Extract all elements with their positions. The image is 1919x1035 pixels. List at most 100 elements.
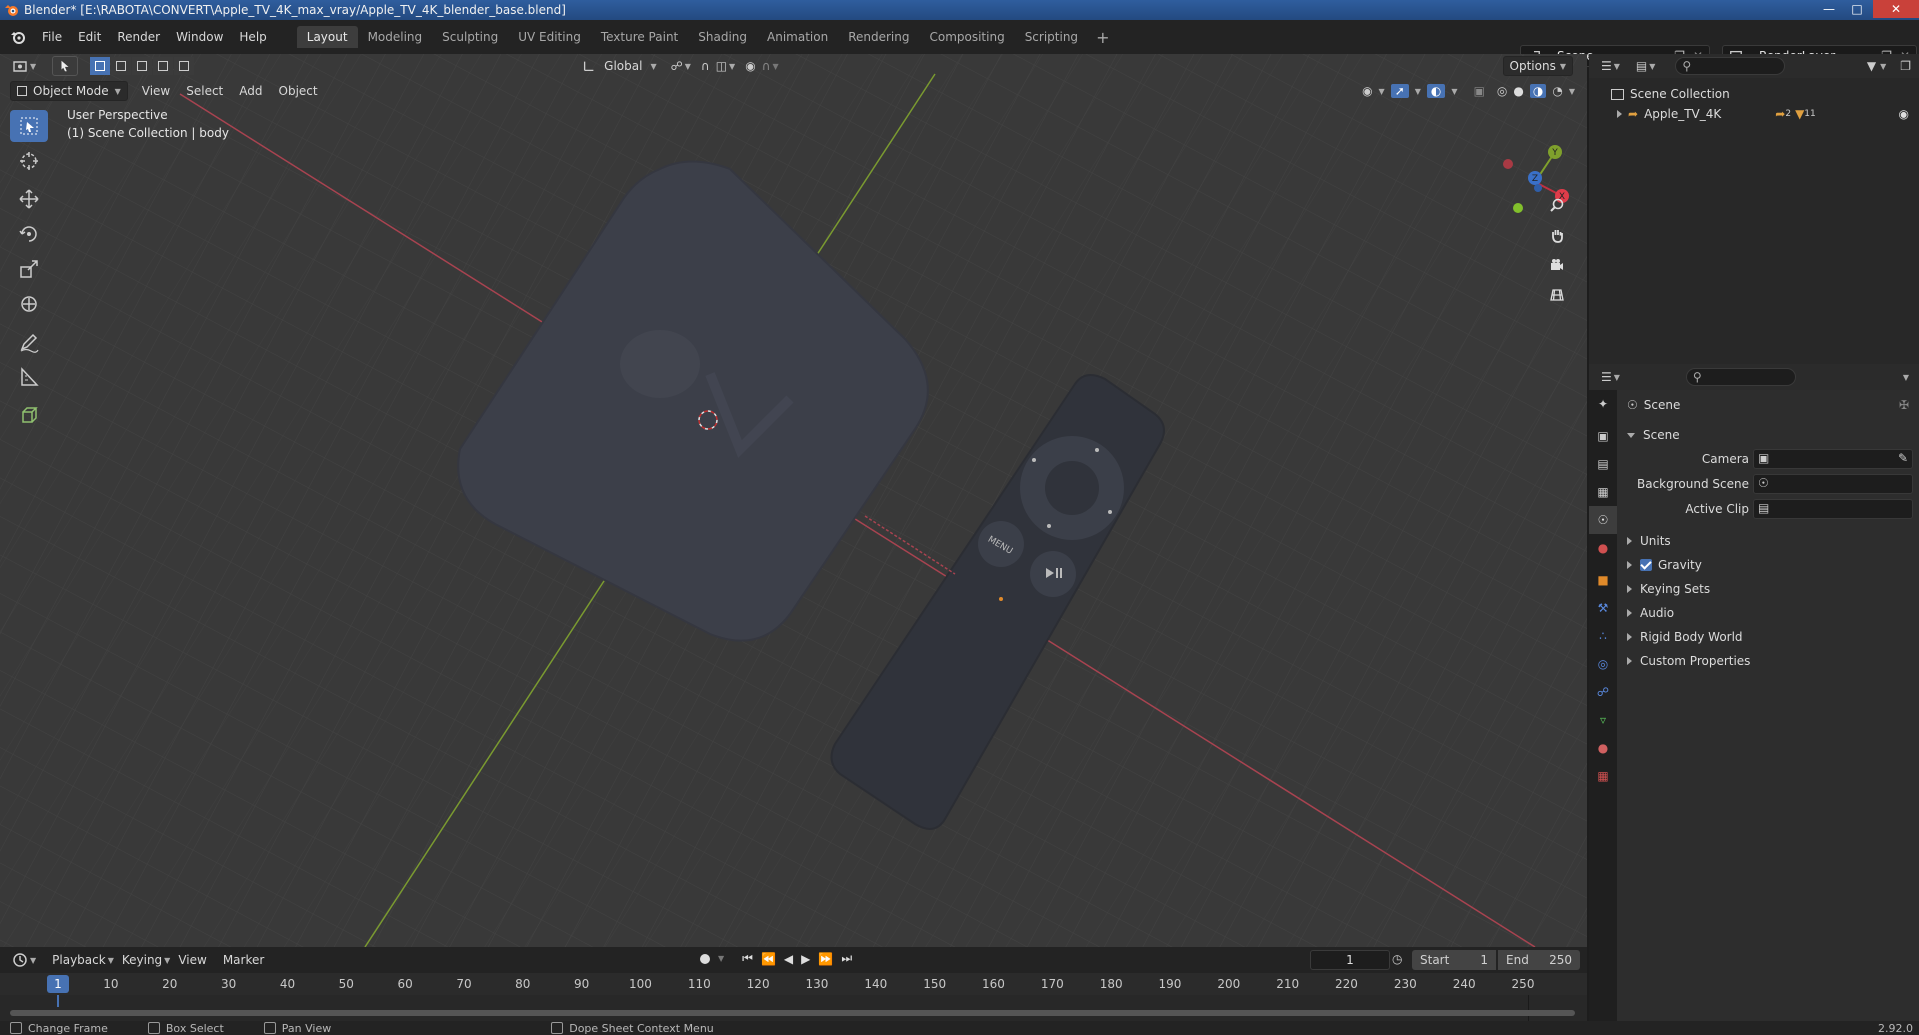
jump-keyframe-back-icon[interactable]: ⏪ — [761, 952, 776, 966]
tab-shading[interactable]: Shading — [688, 26, 757, 48]
outliner-row-object[interactable]: ➦ Apple_TV_4K ➦ 2 ▼ 11 ◉ — [1589, 104, 1919, 124]
tab-material[interactable]: ● — [1589, 734, 1617, 762]
tool-select-box[interactable] — [10, 110, 48, 142]
tab-object[interactable]: ■ — [1589, 566, 1617, 594]
background-scene-field[interactable]: ☉ — [1753, 474, 1913, 494]
perspective-toggle-icon[interactable] — [1544, 282, 1570, 308]
timeline-editor-type-icon[interactable] — [12, 952, 28, 968]
menu-file[interactable]: File — [34, 26, 70, 48]
timeline-scrollbar[interactable] — [10, 1010, 1575, 1016]
tab-modeling[interactable]: Modeling — [358, 26, 433, 48]
menu-edit[interactable]: Edit — [70, 26, 109, 48]
menu-keying[interactable]: Keying — [114, 953, 170, 967]
tab-sculpting[interactable]: Sculpting — [432, 26, 508, 48]
tab-scene[interactable]: ☉ — [1589, 506, 1617, 534]
filter-icon[interactable]: ▼ — [1867, 59, 1876, 73]
record-icon[interactable] — [700, 953, 710, 964]
overlay-toggle-icon[interactable]: ◐ — [1426, 84, 1446, 98]
chevron-down-icon[interactable]: ▼ — [1569, 87, 1575, 96]
tab-particles[interactable]: ∴ — [1589, 622, 1617, 650]
timeline-track[interactable] — [0, 995, 1587, 1021]
menu-select[interactable]: Select — [178, 84, 231, 98]
chevron-down-icon[interactable]: ▼ — [1903, 373, 1909, 382]
camera-field[interactable]: ▣ ✎ — [1753, 449, 1913, 469]
playhead-frame-marker[interactable]: 1 — [47, 975, 69, 993]
menu-add[interactable]: Add — [231, 84, 270, 98]
snap-icon[interactable]: ∩ — [701, 59, 710, 73]
tool-add-cube[interactable] — [10, 399, 48, 431]
panel-units[interactable]: Units — [1617, 530, 1919, 552]
chevron-down-icon[interactable]: ▼ — [718, 954, 724, 963]
menu-window[interactable]: Window — [168, 26, 231, 48]
rendered-shading-icon[interactable]: ◔ — [1552, 84, 1562, 98]
panel-audio[interactable]: Audio — [1617, 602, 1919, 624]
tab-texture-paint[interactable]: Texture Paint — [591, 26, 688, 48]
zoom-icon[interactable] — [1544, 192, 1570, 218]
tool-annotate[interactable] — [10, 326, 48, 358]
select-subtract-icon[interactable] — [132, 57, 153, 75]
orientation-dropdown[interactable]: Global ▼ — [582, 59, 657, 73]
chevron-down-icon[interactable]: ▼ — [1451, 87, 1457, 96]
chevron-down-icon[interactable]: ▼ — [1379, 87, 1385, 96]
material-shading-icon[interactable]: ◑ — [1529, 84, 1547, 98]
panel-custom-properties[interactable]: Custom Properties — [1617, 650, 1919, 672]
snap-target-icon[interactable]: ◫ — [716, 59, 727, 73]
menu-view[interactable]: View — [134, 84, 178, 98]
play-reverse-icon[interactable]: ◀ — [784, 952, 793, 966]
play-icon[interactable]: ▶ — [801, 952, 810, 966]
select-invert-icon[interactable] — [153, 57, 174, 75]
tab-compositing[interactable]: Compositing — [919, 26, 1014, 48]
options-dropdown[interactable]: Options ▼ — [1502, 56, 1573, 76]
tool-move[interactable] — [10, 183, 48, 215]
properties-editor-type-icon[interactable]: ☰ — [1601, 370, 1612, 384]
tab-render[interactable]: ▣ — [1589, 422, 1617, 450]
tab-physics[interactable]: ◎ — [1589, 650, 1617, 678]
select-intersect-icon[interactable] — [174, 57, 195, 75]
chevron-down-icon[interactable]: ▼ — [685, 62, 691, 71]
tool-rotate[interactable] — [10, 218, 48, 250]
proportional-edit-icon[interactable]: ◉ — [745, 59, 755, 73]
menu-object[interactable]: Object — [271, 84, 326, 98]
chevron-down-icon[interactable]: ▼ — [1649, 62, 1655, 71]
panel-gravity[interactable]: Gravity — [1617, 554, 1919, 576]
mode-dropdown[interactable]: Object Mode ▼ — [10, 81, 128, 101]
properties-search-input[interactable]: ⚲ — [1685, 368, 1796, 386]
tab-data[interactable]: ▿ — [1589, 706, 1617, 734]
eye-visibility-icon[interactable]: ◉ — [1899, 107, 1909, 121]
jump-end-icon[interactable]: ⏭ — [841, 951, 852, 966]
solid-shading-icon[interactable]: ● — [1513, 84, 1523, 98]
xray-toggle-icon[interactable]: ▣ — [1474, 84, 1485, 98]
add-workspace-icon[interactable]: + — [1088, 28, 1117, 47]
camera-view-icon[interactable] — [1544, 252, 1570, 278]
end-frame-field[interactable]: End 250 — [1498, 950, 1580, 970]
current-frame-field[interactable]: 1 — [1310, 950, 1390, 970]
gravity-checkbox[interactable] — [1640, 559, 1652, 571]
visibility-icon[interactable]: ◉ — [1362, 84, 1372, 98]
pan-hand-icon[interactable] — [1544, 222, 1570, 248]
falloff-icon[interactable]: ∩ — [762, 59, 771, 73]
pin-icon[interactable]: ✠ — [1899, 398, 1909, 412]
tab-view-layer[interactable]: ▦ — [1589, 478, 1617, 506]
minimize-button[interactable]: — — [1815, 0, 1843, 18]
gizmo-toggle-icon[interactable]: ➚ — [1390, 84, 1409, 98]
new-collection-icon[interactable]: ❐ — [1900, 59, 1911, 73]
tool-transform[interactable] — [10, 288, 48, 320]
chevron-down-icon[interactable]: ▼ — [729, 62, 735, 71]
active-clip-field[interactable]: ▤ — [1753, 499, 1913, 519]
tab-uv-editing[interactable]: UV Editing — [508, 26, 591, 48]
outliner-search-input[interactable]: ⚲ — [1675, 57, 1786, 75]
outliner-row-scene-collection[interactable]: Scene Collection — [1589, 84, 1919, 104]
chevron-down-icon[interactable]: ▼ — [1415, 87, 1421, 96]
menu-help[interactable]: Help — [231, 26, 274, 48]
eyedropper-icon[interactable]: ✎ — [1898, 451, 1908, 465]
display-mode-icon[interactable]: ▤ — [1636, 59, 1647, 73]
tab-texture[interactable]: ▦ — [1589, 762, 1617, 790]
start-frame-field[interactable]: Start 1 — [1412, 950, 1496, 970]
menu-playback[interactable]: Playback — [44, 953, 114, 967]
select-new-icon[interactable] — [90, 57, 111, 75]
panel-keying-sets[interactable]: Keying Sets — [1617, 578, 1919, 600]
tab-animation[interactable]: Animation — [757, 26, 838, 48]
chevron-down-icon[interactable]: ▼ — [30, 62, 36, 71]
tab-tool[interactable]: ✦ — [1589, 390, 1617, 418]
panel-rigid-body-world[interactable]: Rigid Body World — [1617, 626, 1919, 648]
